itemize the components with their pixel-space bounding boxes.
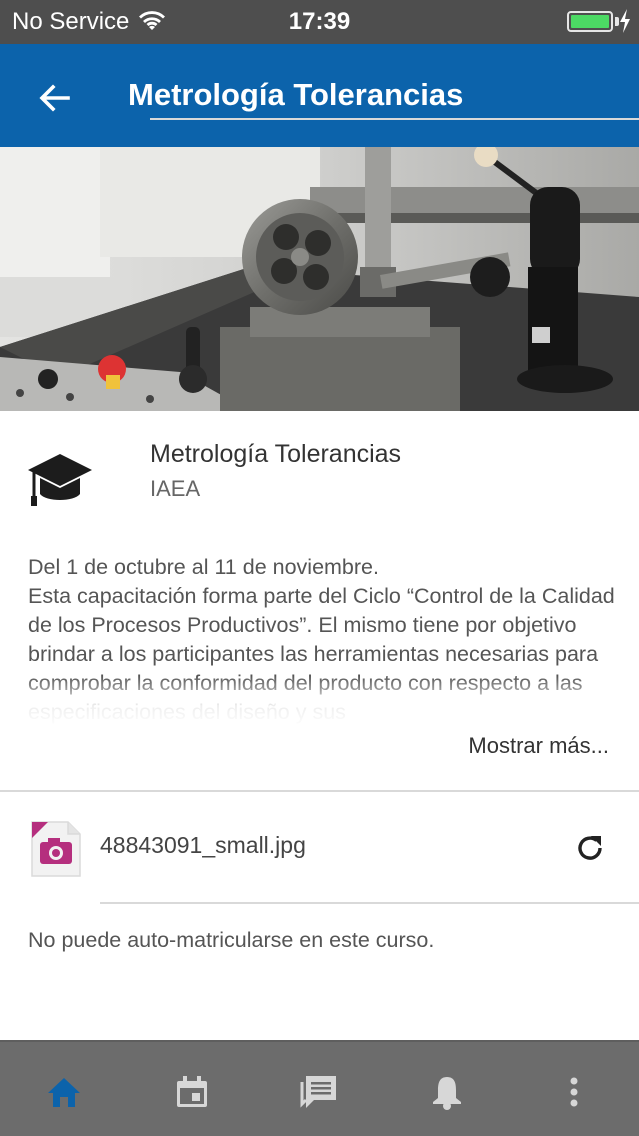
- calendar-icon: [177, 1076, 207, 1107]
- course-dates: Del 1 de octubre al 11 de noviembre.: [28, 555, 379, 579]
- charging-icon: [620, 9, 630, 33]
- nav-notifications[interactable]: [427, 1072, 467, 1112]
- course-name: Metrología Tolerancias: [150, 440, 402, 468]
- divider: [150, 118, 639, 120]
- nav-home[interactable]: [44, 1072, 84, 1112]
- nav-calendar[interactable]: [172, 1072, 212, 1112]
- refresh-button[interactable]: [570, 828, 610, 868]
- image-file-icon: [31, 821, 81, 877]
- refresh-icon: [578, 836, 602, 860]
- home-icon: [48, 1078, 80, 1107]
- show-more-link[interactable]: Mostrar más...: [468, 733, 609, 759]
- nav-more[interactable]: [554, 1072, 594, 1112]
- nav-messages[interactable]: [299, 1072, 339, 1112]
- app-header: Metrología Tolerancias: [0, 44, 639, 147]
- course-image: [0, 147, 639, 411]
- course-info: Metrología Tolerancias IAEA: [0, 412, 639, 532]
- page-title: Metrología Tolerancias: [128, 77, 464, 112]
- course-image-illustration: [0, 147, 639, 411]
- messages-icon: [300, 1076, 336, 1108]
- status-time: 17:39: [288, 8, 351, 35]
- file-item[interactable]: 48843091_small.jpg: [0, 792, 639, 902]
- back-button[interactable]: [30, 74, 78, 122]
- enrolment-message: No puede auto-matricularse en este curso…: [28, 928, 435, 952]
- divider: [100, 902, 639, 904]
- arrow-left-icon: [39, 84, 70, 112]
- course-organization: IAEA: [150, 476, 201, 501]
- file-name: 48843091_small.jpg: [100, 832, 306, 858]
- more-vertical-icon: [570, 1077, 578, 1107]
- bottom-navigation: [0, 1040, 639, 1136]
- battery-icon: [567, 11, 613, 32]
- graduation-cap-icon: [28, 454, 92, 506]
- bell-icon: [433, 1077, 461, 1110]
- status-bar: No Service 17:39: [0, 0, 639, 44]
